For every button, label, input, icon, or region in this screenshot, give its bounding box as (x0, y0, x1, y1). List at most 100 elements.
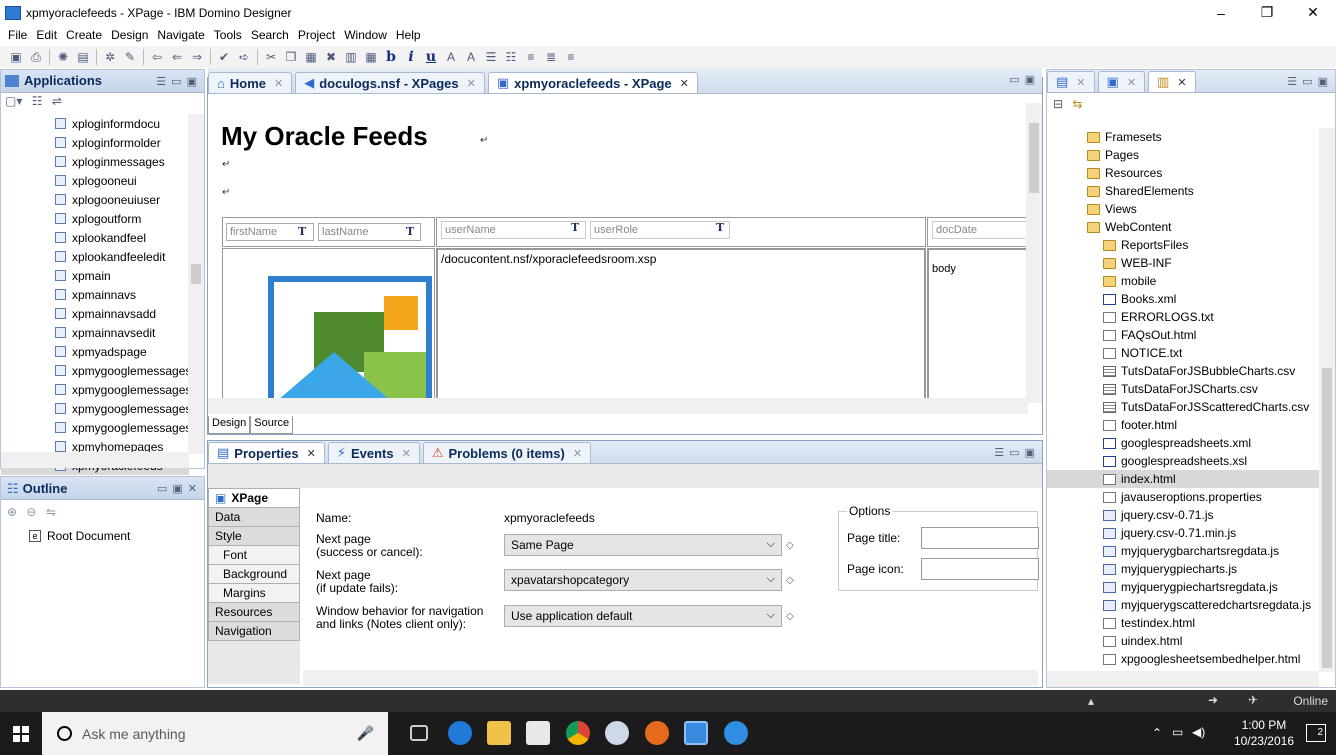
print-icon[interactable]: ⎙ (29, 50, 43, 64)
application-item[interactable]: xpmygooglemessages (1, 361, 189, 380)
side-style[interactable]: Style (208, 526, 300, 546)
navigator-item[interactable]: Framesets (1047, 128, 1319, 146)
indent-icon[interactable]: ☷ (504, 50, 518, 64)
close-tab-icon[interactable]: ✕ (274, 77, 283, 90)
cut-icon[interactable]: ✂ (264, 50, 278, 64)
minimize-button[interactable]: – (1198, 0, 1244, 25)
grid-icon[interactable]: ▦ (364, 50, 378, 64)
application-item[interactable]: xpmyadspage (1, 342, 189, 361)
compute-diamond-icon[interactable]: ◇ (786, 611, 794, 622)
new-icon[interactable]: ▢▾ (5, 94, 22, 108)
navigator-item[interactable]: TutsDataForJSBubbleCharts.csv (1047, 362, 1319, 380)
navigator-item[interactable]: googlespreadsheets.xsl (1047, 452, 1319, 470)
navigator-item[interactable]: NOTICE.txt (1047, 344, 1319, 362)
doc-date-field[interactable]: docDate (932, 221, 1028, 239)
bold-icon[interactable]: b (384, 49, 398, 65)
table-cell-link[interactable] (436, 248, 926, 403)
applications-title[interactable]: Applications (5, 73, 102, 88)
page-title-input[interactable] (921, 527, 1039, 549)
table-icon[interactable]: ▥ (344, 50, 358, 64)
navigator-item[interactable]: googlespreadsheets.xml (1047, 434, 1319, 452)
debug-icon[interactable]: ✲ (103, 50, 117, 64)
application-item[interactable]: xpmainnavsedit (1, 323, 189, 342)
navigator-item[interactable]: mobile (1047, 272, 1319, 290)
domino-taskbar-icon[interactable] (684, 721, 708, 745)
navigator-item[interactable]: xpgooglesheetsembedhelper.html (1047, 650, 1319, 668)
tray-chevron-icon[interactable]: ⌃ (1152, 726, 1162, 740)
navigator-item[interactable]: ReportsFiles (1047, 236, 1319, 254)
navigator-hscroll[interactable] (1047, 671, 1319, 687)
applications-hscroll[interactable] (1, 452, 189, 468)
align-right-icon[interactable]: ≡ (564, 50, 578, 64)
application-item[interactable]: xploginformolder (1, 133, 189, 152)
status-arrow-icon[interactable]: ▴ (1088, 694, 1094, 708)
panel-controls-icon[interactable]: ▭ ▣ (1009, 73, 1036, 86)
arrow-icon[interactable]: ➪ (237, 50, 251, 64)
navigator-item[interactable]: jquery.csv-0.71.js (1047, 506, 1319, 524)
compute-diamond-icon[interactable]: ◇ (786, 575, 794, 586)
close-tab-icon[interactable]: ✕ (573, 447, 582, 460)
menu-navigate[interactable]: Navigate (157, 28, 204, 42)
link-editor-icon[interactable]: ⇆ (1072, 97, 1082, 111)
properties-hscroll[interactable] (303, 670, 1038, 686)
menu-edit[interactable]: Edit (36, 28, 57, 42)
side-data[interactable]: Data (208, 507, 300, 527)
menu-file[interactable]: File (8, 28, 27, 42)
delete-icon[interactable]: ✖ (324, 50, 338, 64)
panel-controls-icon[interactable]: ☰ ▭ ▣ (156, 75, 198, 88)
close-button[interactable]: ✕ (1290, 0, 1336, 25)
chrome-icon[interactable] (566, 721, 590, 745)
side-font[interactable]: Font (208, 545, 300, 565)
file-explorer-icon[interactable] (487, 721, 511, 745)
side-margins[interactable]: Margins (208, 583, 300, 603)
brush-icon[interactable]: ✎ (123, 50, 137, 64)
scroll-thumb[interactable] (1322, 368, 1332, 668)
firefox-icon[interactable] (645, 721, 669, 745)
panel-controls-icon[interactable]: ☰ ▭ ▣ (1287, 75, 1329, 88)
close-tab-icon[interactable]: ✕ (467, 77, 476, 90)
page-icon-input[interactable] (921, 558, 1039, 580)
outline-title[interactable]: ☷ Outline (7, 481, 67, 497)
menu-tools[interactable]: Tools (214, 28, 242, 42)
link-icon[interactable]: ⇌ (52, 94, 62, 108)
compute-diamond-icon[interactable]: ◇ (786, 540, 794, 551)
cortana-search[interactable]: Ask me anything 🎤 (42, 712, 388, 755)
navigator-item[interactable]: myjquerygscatteredchartsregdata.js (1047, 596, 1319, 614)
collapse-all-icon[interactable]: ⊟ (1053, 97, 1063, 111)
navigator-item[interactable]: myjquerygbarchartsregdata.js (1047, 542, 1319, 560)
underline-icon[interactable]: u (424, 49, 438, 65)
close-tab-icon[interactable]: ✕ (680, 77, 689, 90)
close-tab-icon[interactable]: ✕ (307, 447, 316, 460)
menu-project[interactable]: Project (298, 28, 335, 42)
navigator-item[interactable]: WEB-INF (1047, 254, 1319, 272)
navigator-item[interactable]: SharedElements (1047, 182, 1319, 200)
tab-problems[interactable]: ⚠ Problems (0 items) ✕ (422, 442, 592, 463)
list-icon[interactable]: ☰ (484, 50, 498, 64)
close-tab-icon[interactable]: ✕ (1127, 76, 1136, 89)
store-icon[interactable] (526, 721, 550, 745)
application-item[interactable]: xpmygooglemessages| (1, 418, 189, 437)
panel-controls-icon[interactable]: ▭ ▣ ✕ (157, 482, 198, 495)
align-left-icon[interactable]: ≡ (524, 50, 538, 64)
notification-center-icon[interactable]: 2 (1306, 724, 1326, 742)
menu-help[interactable]: Help (396, 28, 421, 42)
text-color-icon[interactable]: A (444, 50, 458, 64)
navigator-item[interactable]: WebContent (1047, 218, 1319, 236)
side-navigation[interactable]: Navigation (208, 621, 300, 641)
close-tab-icon[interactable]: ✕ (402, 447, 411, 460)
application-item[interactable]: xploginformdocu (1, 114, 189, 133)
tab-doculogs[interactable]: ◀ doculogs.nsf - XPages ✕ (295, 72, 485, 93)
editor-vscroll[interactable] (1026, 103, 1042, 403)
system-clock[interactable]: 1:00 PM 10/23/2016 (1234, 717, 1294, 749)
outline-root-item[interactable]: e Root Document (29, 529, 130, 543)
user-role-field[interactable]: userRole (590, 221, 730, 239)
tab-xpmyoraclefeeds[interactable]: ▣ xpmyoraclefeeds - XPage ✕ (487, 72, 698, 93)
image-placeholder-icon[interactable] (268, 276, 432, 403)
side-background[interactable]: Background (208, 564, 300, 584)
navigator-item[interactable]: Resources (1047, 164, 1319, 182)
navigator-item[interactable]: TutsDataForJSCharts.csv (1047, 380, 1319, 398)
forward-icon[interactable]: ⇒ (190, 50, 204, 64)
task-view-icon[interactable] (410, 725, 428, 741)
tab-source[interactable]: Source (250, 416, 294, 434)
application-item[interactable]: xplookandfeel (1, 228, 189, 247)
